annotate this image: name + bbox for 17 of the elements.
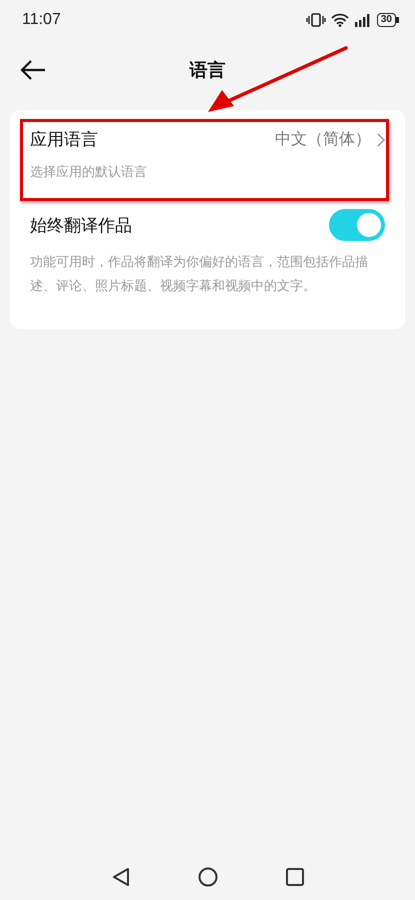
setting-description: 功能可用时，作品将翻译为你偏好的语言，范围包括作品描述、评论、照片标题、视频字幕和视频中的文字。 bbox=[30, 254, 369, 296]
back-nav-button[interactable] bbox=[112, 867, 130, 887]
setting-title: 始终翻译作品 bbox=[30, 214, 132, 236]
setting-description: 选择应用的默认语言 bbox=[30, 164, 148, 182]
setting-title: 应用语言 bbox=[30, 129, 98, 151]
back-button[interactable] bbox=[18, 58, 48, 82]
recents-button[interactable] bbox=[286, 868, 304, 886]
chevron-icon bbox=[377, 132, 385, 146]
status-time: 11:07 bbox=[22, 11, 61, 29]
page-title: 语言 bbox=[190, 60, 226, 81]
home-button[interactable] bbox=[198, 867, 218, 887]
setting-value: 中文（简体） bbox=[275, 129, 371, 150]
battery-icon: 30 bbox=[376, 13, 399, 27]
wifi-icon bbox=[330, 13, 349, 27]
toggle-switch[interactable] bbox=[329, 209, 385, 241]
vibrate-icon bbox=[306, 13, 326, 27]
signal-icon bbox=[354, 13, 372, 27]
